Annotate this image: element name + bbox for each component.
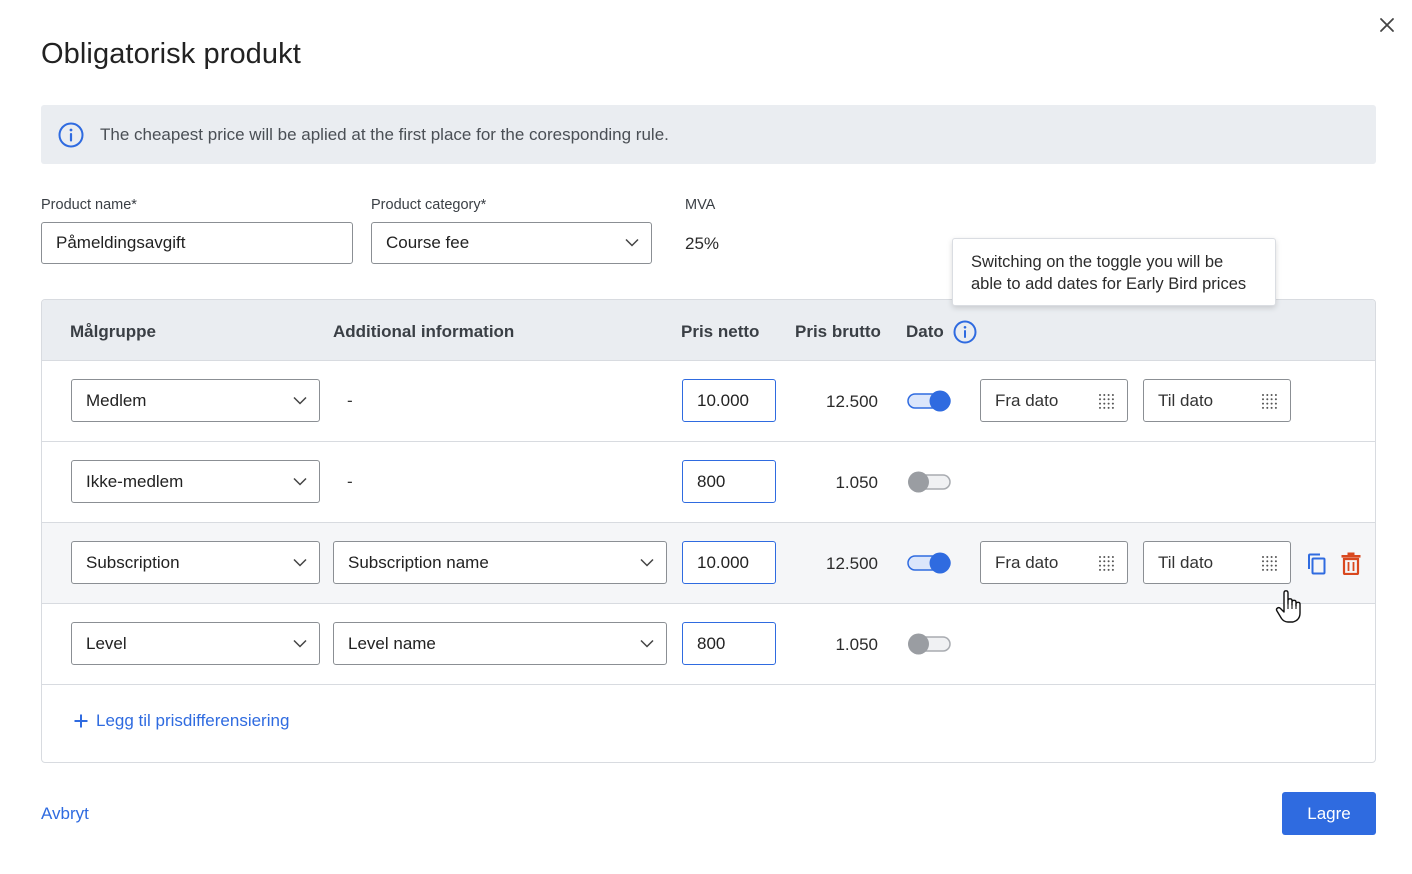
- til-dato-placeholder: Til dato: [1158, 552, 1214, 572]
- pris-brutto-value: 1.050: [835, 473, 878, 492]
- chevron-down-icon: [293, 396, 307, 405]
- pris-netto-input[interactable]: 10.000: [682, 379, 776, 422]
- product-category-select[interactable]: Course fee: [371, 222, 652, 264]
- additional-info-empty: -: [347, 391, 353, 410]
- chevron-down-icon: [293, 477, 307, 486]
- til-dato-input[interactable]: Til dato: [1143, 541, 1291, 584]
- group-value: Medlem: [86, 390, 147, 410]
- plus-icon: [74, 714, 88, 728]
- header-malgruppe: Målgruppe: [70, 322, 156, 341]
- mva-value: 25%: [685, 234, 720, 253]
- additional-info-select[interactable]: Subscription name: [333, 541, 667, 584]
- group-select[interactable]: Ikke-medlem: [71, 460, 320, 503]
- cancel-button[interactable]: Avbryt: [41, 804, 89, 824]
- fra-dato-placeholder: Fra dato: [995, 390, 1059, 410]
- group-select[interactable]: Level: [71, 622, 320, 665]
- table-row: Medlem - 10.000 12.500 Fra dato Til dato: [42, 361, 1375, 442]
- til-dato-placeholder: Til dato: [1158, 390, 1214, 410]
- pris-netto-value: 800: [697, 471, 726, 491]
- chevron-down-icon: [625, 238, 639, 247]
- pris-netto-input[interactable]: 800: [682, 622, 776, 665]
- table-row: Level Level name 800 1.050: [42, 604, 1375, 685]
- table-row: Subscription Subscription name 10.000 12…: [42, 523, 1375, 604]
- pris-netto-input[interactable]: 800: [682, 460, 776, 503]
- group-select[interactable]: Medlem: [71, 379, 320, 422]
- early-bird-toggle-off[interactable]: [907, 471, 952, 493]
- fra-dato-placeholder: Fra dato: [995, 552, 1059, 572]
- product-category-label: Product category*: [371, 197, 487, 213]
- group-select[interactable]: Subscription: [71, 541, 320, 584]
- additional-info-value: Subscription name: [348, 552, 489, 572]
- chevron-down-icon: [293, 558, 307, 567]
- save-button[interactable]: Lagre: [1282, 792, 1376, 835]
- calendar-grid-icon: [1099, 556, 1114, 571]
- pris-netto-input[interactable]: 10.000: [682, 541, 776, 584]
- pris-brutto-value: 12.500: [826, 392, 878, 411]
- pris-netto-value: 10.000: [697, 390, 749, 410]
- add-link-label: Legg til prisdifferensiering: [96, 711, 290, 730]
- til-dato-input[interactable]: Til dato: [1143, 379, 1291, 422]
- close-icon[interactable]: [1376, 14, 1398, 36]
- header-dato: Dato: [906, 322, 944, 341]
- calendar-grid-icon: [1262, 394, 1277, 409]
- product-name-input[interactable]: Påmeldingsavgift: [41, 222, 353, 264]
- group-value: Ikke-medlem: [86, 471, 184, 491]
- info-banner: The cheapest price will be aplied at the…: [41, 105, 1376, 164]
- chevron-down-icon: [640, 558, 654, 567]
- table-row: Ikke-medlem - 800 1.050: [42, 442, 1375, 523]
- header-pris-netto: Pris netto: [681, 322, 760, 341]
- early-bird-tooltip: Switching on the toggle you will be able…: [952, 238, 1276, 306]
- add-price-differentiation-link[interactable]: Legg til prisdifferensiering: [74, 711, 289, 731]
- hand-cursor-icon: [1275, 590, 1301, 623]
- trash-icon[interactable]: [1341, 552, 1361, 575]
- product-name-value: Påmeldingsavgift: [56, 233, 186, 252]
- pricing-table: Målgruppe Additional information Pris ne…: [41, 299, 1376, 763]
- product-name-label: Product name*: [41, 197, 137, 213]
- early-bird-toggle-on[interactable]: [907, 552, 952, 574]
- table-header: Målgruppe Additional information Pris ne…: [42, 300, 1375, 361]
- early-bird-toggle-on[interactable]: [907, 390, 952, 412]
- copy-icon[interactable]: [1307, 553, 1327, 575]
- additional-info-empty: -: [347, 472, 353, 491]
- header-additional-information: Additional information: [333, 322, 515, 341]
- header-pris-brutto: Pris brutto: [795, 322, 881, 341]
- info-banner-text: The cheapest price will be aplied at the…: [100, 124, 669, 144]
- fra-dato-input[interactable]: Fra dato: [980, 541, 1128, 584]
- early-bird-toggle-off[interactable]: [907, 633, 952, 655]
- group-value: Subscription: [86, 552, 180, 572]
- calendar-grid-icon: [1262, 556, 1277, 571]
- fra-dato-input[interactable]: Fra dato: [980, 379, 1128, 422]
- dato-info-icon[interactable]: [953, 320, 977, 344]
- info-icon: [58, 122, 84, 147]
- calendar-grid-icon: [1099, 394, 1114, 409]
- pris-brutto-value: 1.050: [835, 635, 878, 654]
- mva-label: MVA: [685, 197, 716, 213]
- tooltip-line-1: Switching on the toggle you will be: [971, 253, 1224, 271]
- additional-info-select[interactable]: Level name: [333, 622, 667, 665]
- pris-netto-value: 10.000: [697, 552, 749, 572]
- dialog-title: Obligatorisk produkt: [41, 38, 301, 70]
- chevron-down-icon: [640, 639, 654, 648]
- product-category-value: Course fee: [386, 233, 470, 252]
- tooltip-line-2: able to add dates for Early Bird prices: [971, 275, 1247, 293]
- chevron-down-icon: [293, 639, 307, 648]
- pris-netto-value: 800: [697, 633, 726, 653]
- additional-info-value: Level name: [348, 633, 436, 653]
- pris-brutto-value: 12.500: [826, 554, 878, 573]
- group-value: Level: [86, 633, 127, 653]
